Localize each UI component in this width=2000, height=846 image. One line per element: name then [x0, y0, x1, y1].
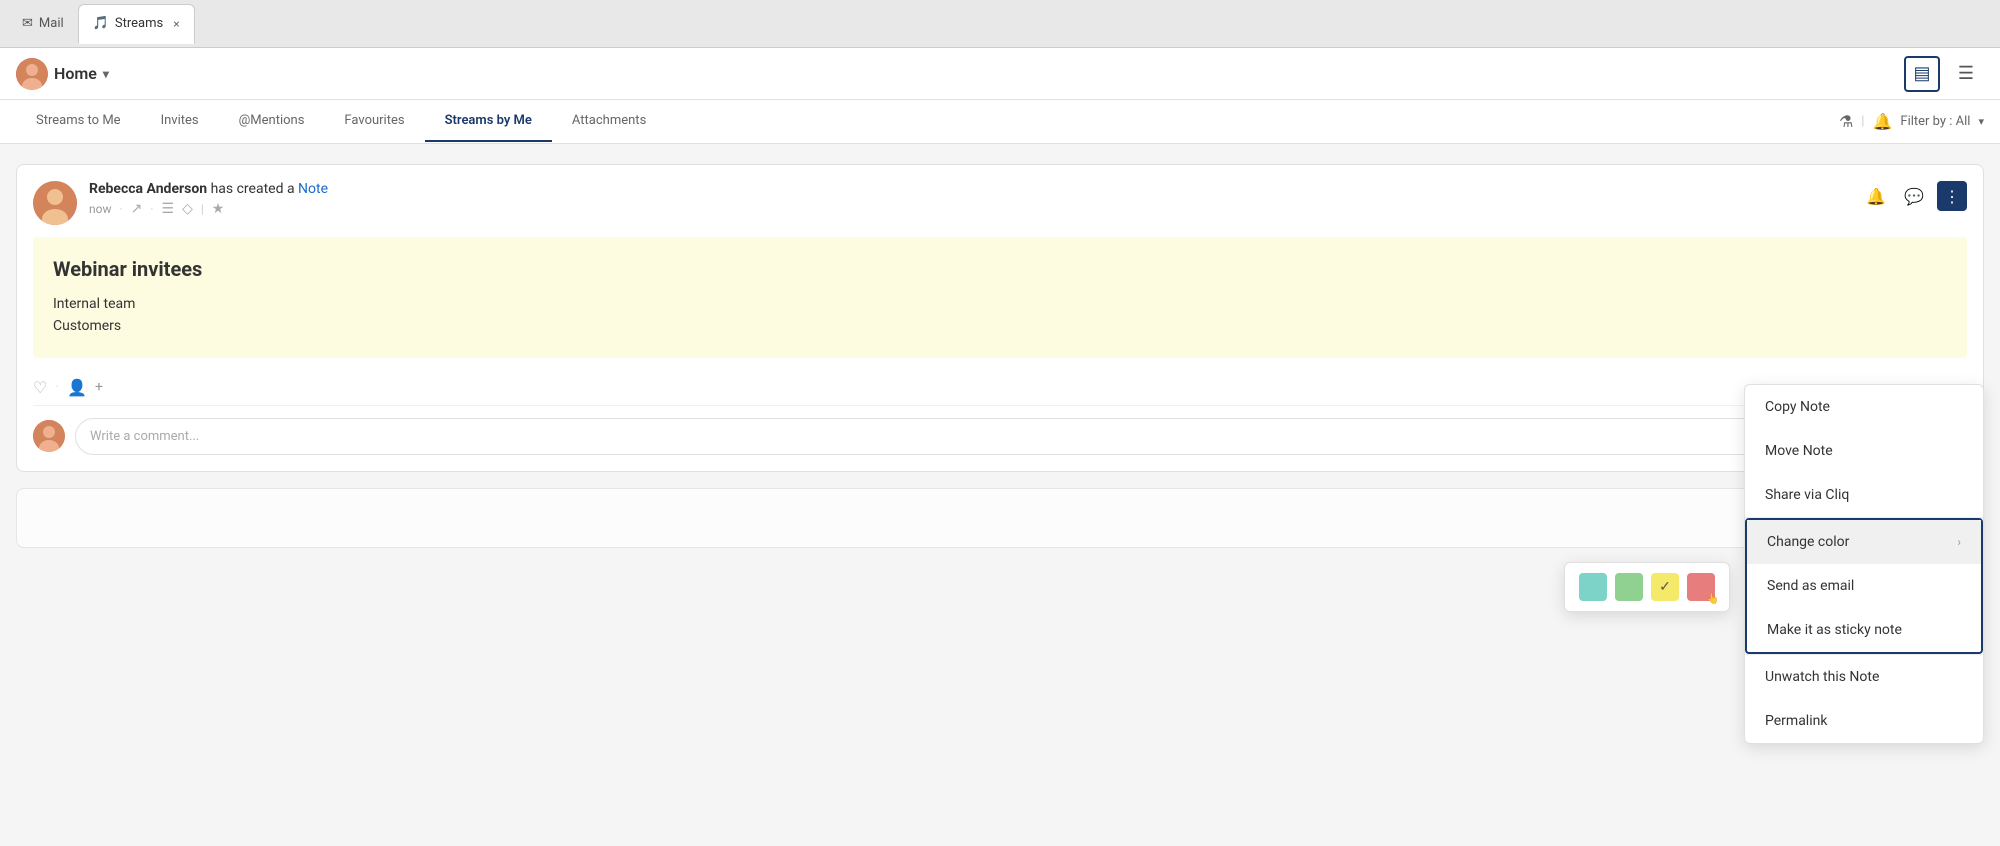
heart-icon[interactable]: ♡ [33, 378, 47, 397]
note-line-1: Internal team [53, 293, 1947, 315]
filter-separator: | [1861, 114, 1864, 129]
alarm-icon: 🔔 [1866, 187, 1886, 206]
commenter-avatar [33, 420, 65, 452]
tab-streams-to-me[interactable]: Streams to Me [16, 101, 141, 142]
tab-invites[interactable]: Invites [141, 101, 219, 142]
more-options-button[interactable]: ⋮ [1937, 181, 1967, 211]
nav-tabs: Streams to Me Invites @Mentions Favourit… [0, 100, 2000, 144]
nav-filter-area: ⚗ | 🔔 Filter by : All ▾ [1839, 112, 1984, 131]
mail-icon: ✉ [22, 16, 33, 31]
move-note-item[interactable]: Move Note [1745, 429, 1983, 473]
note-body: Internal team Customers [53, 293, 1947, 338]
main-content: Rebecca Anderson has created a Note now … [0, 144, 2000, 846]
change-color-item[interactable]: Change color › [1747, 520, 1981, 564]
separator-1: · [120, 202, 123, 216]
stream-card-header: Rebecca Anderson has created a Note now … [33, 181, 1967, 225]
menu-button[interactable]: ☰ [1948, 56, 1984, 92]
second-stream-card [16, 488, 1984, 548]
note-title: Webinar invitees [53, 257, 1947, 281]
chevron-down-icon: ▾ [103, 67, 109, 81]
chevron-right-icon: › [1957, 535, 1961, 549]
separator-3: | [201, 202, 204, 216]
grid-view-button[interactable]: ▤ [1904, 56, 1940, 92]
comment-placeholder: Write a comment... [90, 429, 199, 444]
tab-bar: ✉ Mail 🎵 Streams × [0, 0, 2000, 48]
stream-title: Rebecca Anderson has created a Note [89, 181, 328, 197]
tab-mentions[interactable]: @Mentions [219, 101, 325, 142]
stream-card: Rebecca Anderson has created a Note now … [16, 164, 1984, 472]
user-avatar [16, 58, 48, 90]
color-yellow[interactable] [1651, 573, 1679, 601]
tab-streams[interactable]: 🎵 Streams × [78, 4, 195, 44]
alarm-button[interactable]: 🔔 [1861, 181, 1891, 211]
grid-icon: ▤ [1913, 63, 1930, 84]
stream-card-header-right: 🔔 💬 ⋮ [1861, 181, 1967, 211]
note-link[interactable]: Note [298, 181, 328, 197]
cursor-indicator: 👆 [1707, 594, 1719, 605]
sticky-note-item[interactable]: Make it as sticky note [1747, 608, 1981, 652]
filter-label[interactable]: Filter by : All [1900, 114, 1970, 129]
unwatch-item[interactable]: Unwatch this Note [1745, 655, 1983, 699]
more-dots-icon: ⋮ [1944, 187, 1960, 206]
send-email-item[interactable]: Send as email [1747, 564, 1981, 608]
stream-actions-row: now · ↗ · ☰ ◇ | ★ [89, 201, 328, 217]
home-label: Home [54, 64, 97, 83]
filter-icon[interactable]: ⚗ [1839, 112, 1853, 131]
header-actions: ▤ ☰ [1904, 56, 1984, 92]
note-icon[interactable]: ☰ [162, 201, 175, 217]
app-header: Home ▾ ▤ ☰ [0, 48, 2000, 100]
footer-separator: · [55, 379, 59, 395]
stream-footer: ♡ · 👤 + [33, 370, 1967, 397]
comment-input[interactable]: Write a comment... [75, 418, 1967, 455]
stream-meta: Rebecca Anderson has created a Note now … [89, 181, 328, 217]
tag-icon[interactable]: ◇ [182, 201, 193, 217]
chat-icon: 💬 [1904, 187, 1924, 206]
nav-tabs-list: Streams to Me Invites @Mentions Favourit… [16, 101, 666, 142]
separator-2: · [150, 202, 153, 216]
color-teal[interactable] [1579, 573, 1607, 601]
tab-streams-label: Streams [115, 16, 163, 31]
chat-button[interactable]: 💬 [1899, 181, 1929, 211]
tab-streams-by-me[interactable]: Streams by Me [425, 101, 552, 142]
tab-close-button[interactable]: × [173, 17, 179, 31]
color-pink[interactable]: 👆 [1687, 573, 1715, 601]
home-nav[interactable]: Home ▾ [16, 58, 109, 90]
external-link-icon[interactable]: ↗ [131, 201, 143, 217]
tab-mail[interactable]: ✉ Mail [8, 4, 78, 44]
filter-chevron-icon: ▾ [1978, 115, 1984, 128]
tab-mail-label: Mail [39, 16, 64, 31]
add-icon[interactable]: + [95, 379, 103, 395]
tab-attachments[interactable]: Attachments [552, 101, 666, 142]
streams-icon: 🎵 [93, 16, 109, 31]
note-content: Webinar invitees Internal team Customers [33, 237, 1967, 358]
author-avatar [33, 181, 77, 225]
permalink-item[interactable]: Permalink [1745, 699, 1983, 743]
copy-note-item[interactable]: Copy Note [1745, 385, 1983, 429]
color-green[interactable] [1615, 573, 1643, 601]
dropdown-menu: Copy Note Move Note Share via Cliq Chang… [1744, 384, 1984, 744]
star-icon[interactable]: ★ [212, 201, 225, 217]
stream-card-header-left: Rebecca Anderson has created a Note now … [33, 181, 328, 225]
color-picker-popup: 👆 [1564, 562, 1730, 612]
person-add-icon[interactable]: 👤 [67, 378, 87, 397]
note-line-2: Customers [53, 315, 1947, 337]
share-cliq-item[interactable]: Share via Cliq [1745, 473, 1983, 517]
menu-icon: ☰ [1958, 63, 1974, 84]
tab-favourites[interactable]: Favourites [324, 101, 424, 142]
comment-area: Write a comment... [33, 405, 1967, 455]
notification-filter-icon[interactable]: 🔔 [1872, 112, 1892, 131]
